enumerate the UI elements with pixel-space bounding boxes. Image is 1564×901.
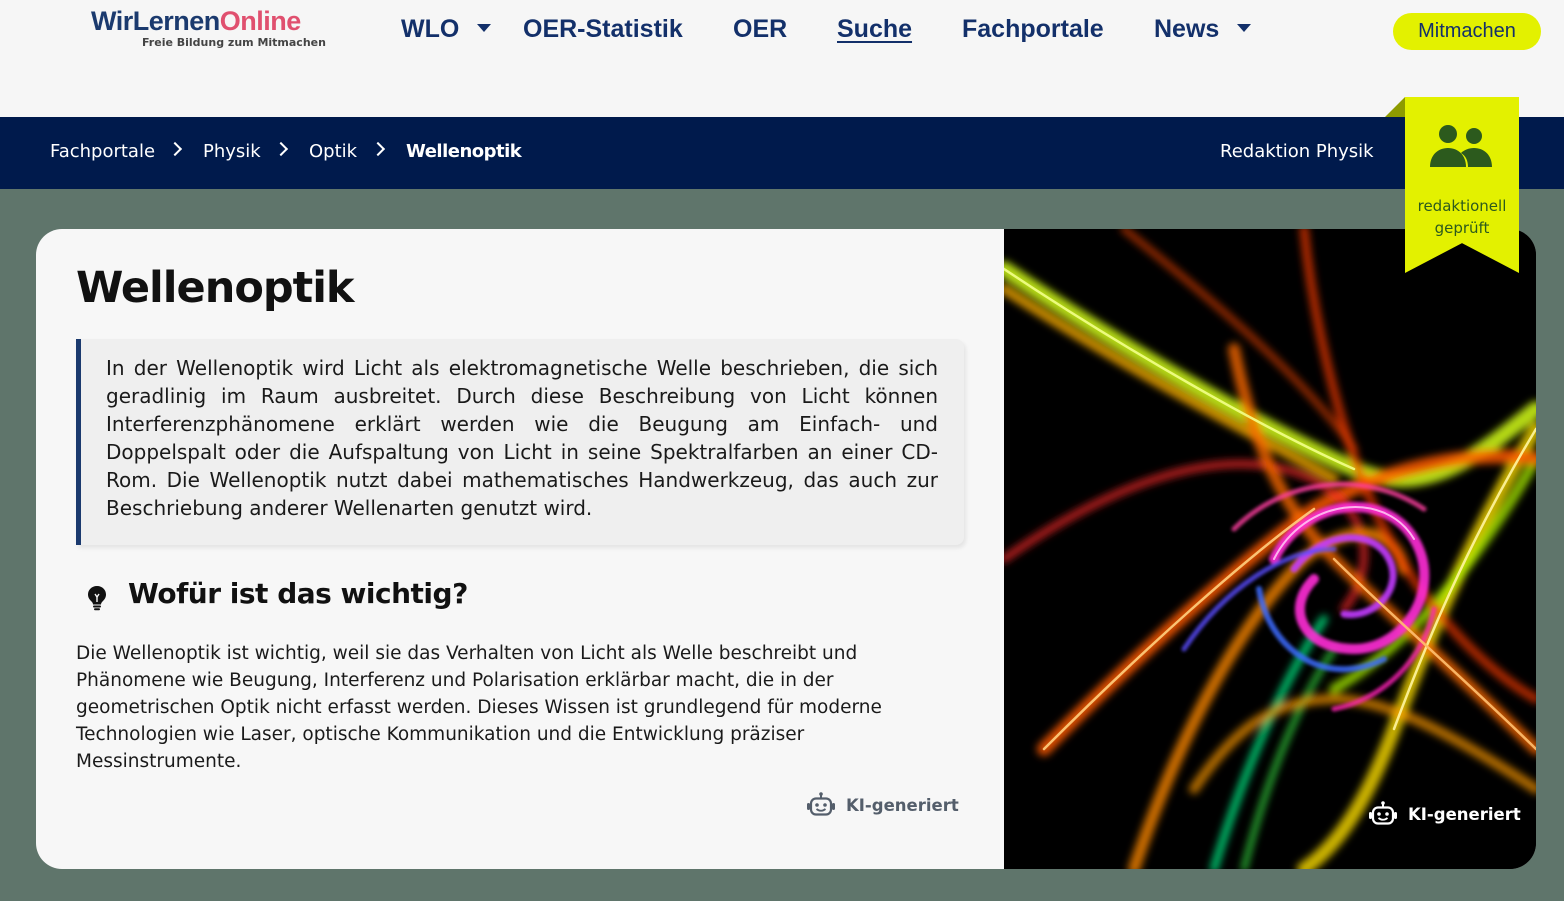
logo-wordmark: WirLernenOnline <box>91 6 301 36</box>
chevron-right-icon <box>273 141 289 157</box>
badge-label: redaktionell geprüft <box>1417 197 1507 237</box>
robot-icon <box>807 792 835 816</box>
ai-generated-label[interactable]: KI-generiert <box>806 792 959 818</box>
redaktion-physik-link[interactable]: Redaktion Physik <box>1220 141 1374 162</box>
description-text: In der Wellenoptik wird Licht als elektr… <box>106 356 938 520</box>
breadcrumb-current: Wellenoptik <box>406 141 522 162</box>
chevron-down-icon <box>477 24 492 33</box>
nav-fachportale[interactable]: Fachportale <box>962 15 1104 44</box>
logo[interactable]: WirLernenOnline Freie Bildung zum Mitmac… <box>91 6 331 49</box>
description-box: In der Wellenoptik wird Licht als elektr… <box>76 339 964 545</box>
users-icon <box>1430 125 1492 167</box>
lightbulb-icon <box>88 586 106 611</box>
nav-wlo[interactable]: WLO <box>401 15 492 44</box>
hero-image: KI-generiert <box>1004 229 1536 869</box>
breadcrumb-optik[interactable]: Optik <box>309 141 357 162</box>
breadcrumb: Fachportale Physik Optik Wellenoptik Red… <box>0 117 1564 189</box>
nav-oer-statistik[interactable]: OER-Statistik <box>523 15 683 44</box>
logo-tagline: Freie Bildung zum Mitmachen <box>142 36 326 49</box>
section-text: Die Wellenoptik ist wichtig, weil sie da… <box>76 643 882 772</box>
chevron-right-icon <box>370 141 386 157</box>
section-title: Wofür ist das wichtig? <box>128 577 468 610</box>
content-card: Wellenoptik In der Wellenoptik wird Lich… <box>36 229 1536 869</box>
mitmachen-button[interactable]: Mitmachen <box>1393 13 1541 50</box>
ai-generated-image-label[interactable]: KI-generiert <box>1368 801 1521 827</box>
light-swirl-image <box>1004 229 1536 869</box>
page-title: Wellenoptik <box>76 263 355 313</box>
badge-fold <box>1385 97 1405 117</box>
nav-suche[interactable]: Suche <box>837 15 912 44</box>
nav-news[interactable]: News <box>1154 15 1252 44</box>
chevron-right-icon <box>167 141 183 157</box>
breadcrumb-physik[interactable]: Physik <box>203 141 261 162</box>
robot-icon <box>1369 801 1397 825</box>
nav-oer[interactable]: OER <box>733 15 787 44</box>
chevron-down-icon <box>1237 24 1252 33</box>
site-header: WirLernenOnline Freie Bildung zum Mitmac… <box>0 0 1564 117</box>
breadcrumb-fachportale[interactable]: Fachportale <box>50 141 155 162</box>
